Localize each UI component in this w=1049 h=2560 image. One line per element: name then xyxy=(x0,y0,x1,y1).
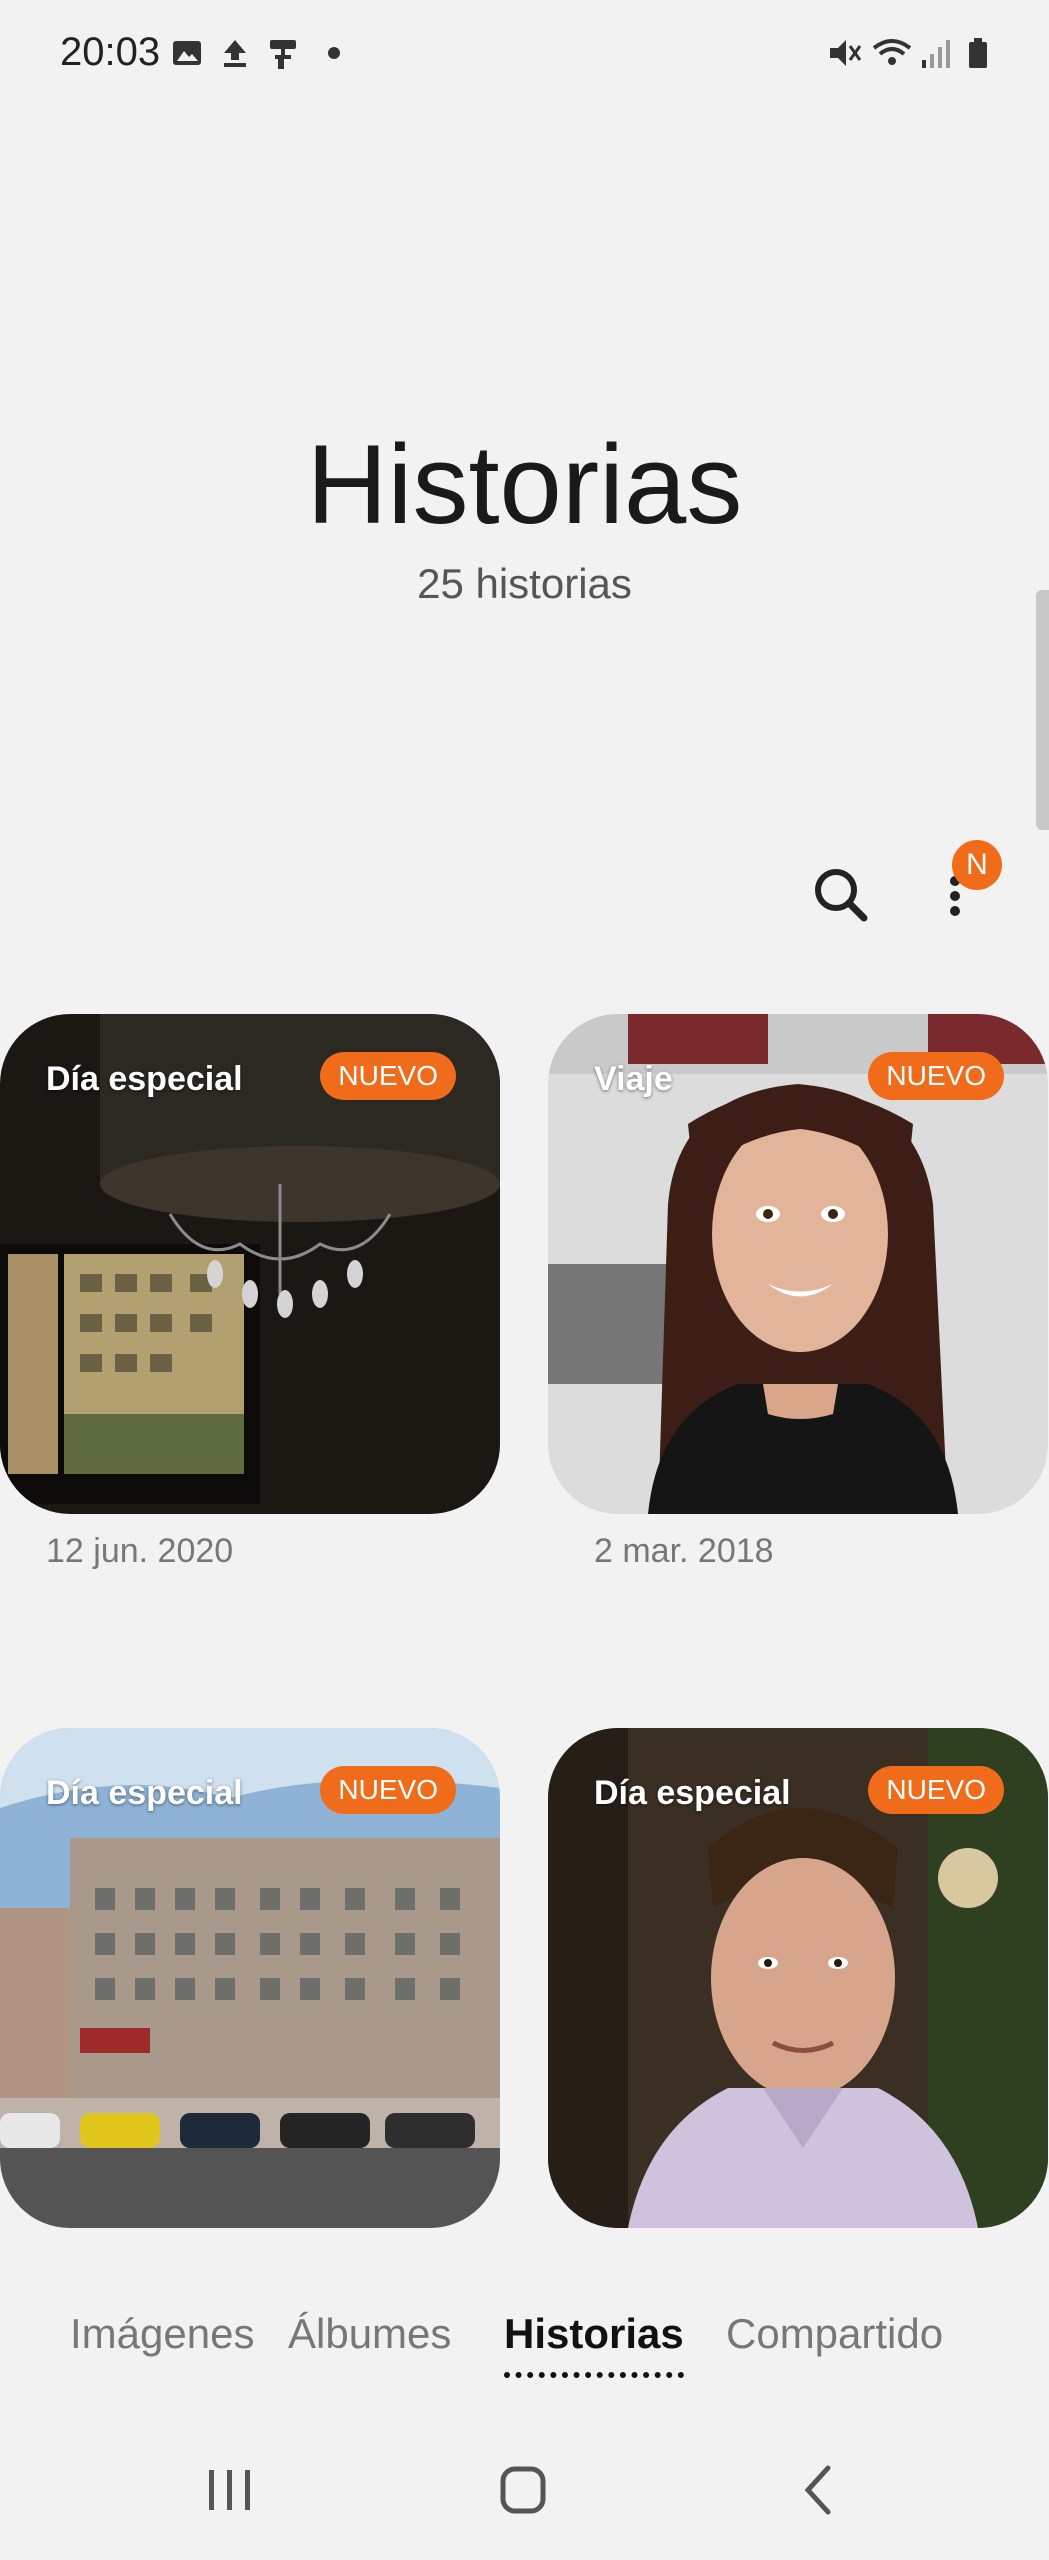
tab-imagenes[interactable]: Imágenes xyxy=(70,2310,254,2358)
active-tab-indicator xyxy=(504,2372,684,2378)
new-badge: NUEVO xyxy=(320,1052,456,1100)
tab-albumes[interactable]: Álbumes xyxy=(288,2310,451,2358)
tab-historias[interactable]: Historias xyxy=(504,2310,684,2378)
scroll-handle[interactable] xyxy=(1036,590,1049,830)
bottom-tab-bar: Imágenes Álbumes Historias Compartido xyxy=(0,2300,1049,2380)
status-bar: 20:03 xyxy=(0,0,1049,110)
tab-compartido[interactable]: Compartido xyxy=(726,2310,943,2358)
story-title: Día especial xyxy=(594,1774,791,1812)
recent-apps-icon xyxy=(209,2470,250,2510)
new-badge: NUEVO xyxy=(868,1766,1004,1814)
back-icon xyxy=(804,2465,831,2515)
paint-roller-icon xyxy=(270,40,296,69)
system-navigation-bar xyxy=(0,2420,1049,2560)
story-card[interactable]: Día especial NUEVO xyxy=(548,1728,1048,2228)
story-title: Día especial xyxy=(46,1060,243,1098)
story-card[interactable]: Día especial NUEVO xyxy=(0,1014,500,1514)
new-badge: N xyxy=(952,840,1002,890)
home-button[interactable] xyxy=(493,2460,553,2520)
home-icon xyxy=(500,2466,546,2514)
status-time: 20:03 xyxy=(60,30,161,74)
story-card[interactable]: Día especial NUEVO xyxy=(0,1728,500,2228)
notification-dot-icon xyxy=(328,47,340,59)
wifi-icon xyxy=(872,39,912,65)
new-badge: NUEVO xyxy=(868,1052,1004,1100)
new-badge: NUEVO xyxy=(320,1766,456,1814)
story-date: 2 mar. 2018 xyxy=(594,1532,774,1570)
search-button[interactable] xyxy=(806,860,878,932)
upload-icon xyxy=(224,40,246,67)
recent-apps-button[interactable] xyxy=(200,2460,260,2520)
search-icon xyxy=(815,869,868,922)
story-count: 25 historias xyxy=(417,560,632,607)
story-title: Día especial xyxy=(46,1774,243,1812)
battery-icon xyxy=(969,38,987,68)
tab-historias-label: Historias xyxy=(504,2310,684,2357)
story-title: Viaje xyxy=(594,1060,673,1098)
page-title: Historias xyxy=(306,422,743,547)
story-card[interactable]: Viaje NUEVO xyxy=(548,1014,1048,1514)
back-button[interactable] xyxy=(790,2460,850,2520)
signal-icon xyxy=(922,40,950,68)
story-date: 12 jun. 2020 xyxy=(46,1532,234,1570)
image-icon xyxy=(173,41,201,65)
mute-icon xyxy=(830,40,862,66)
